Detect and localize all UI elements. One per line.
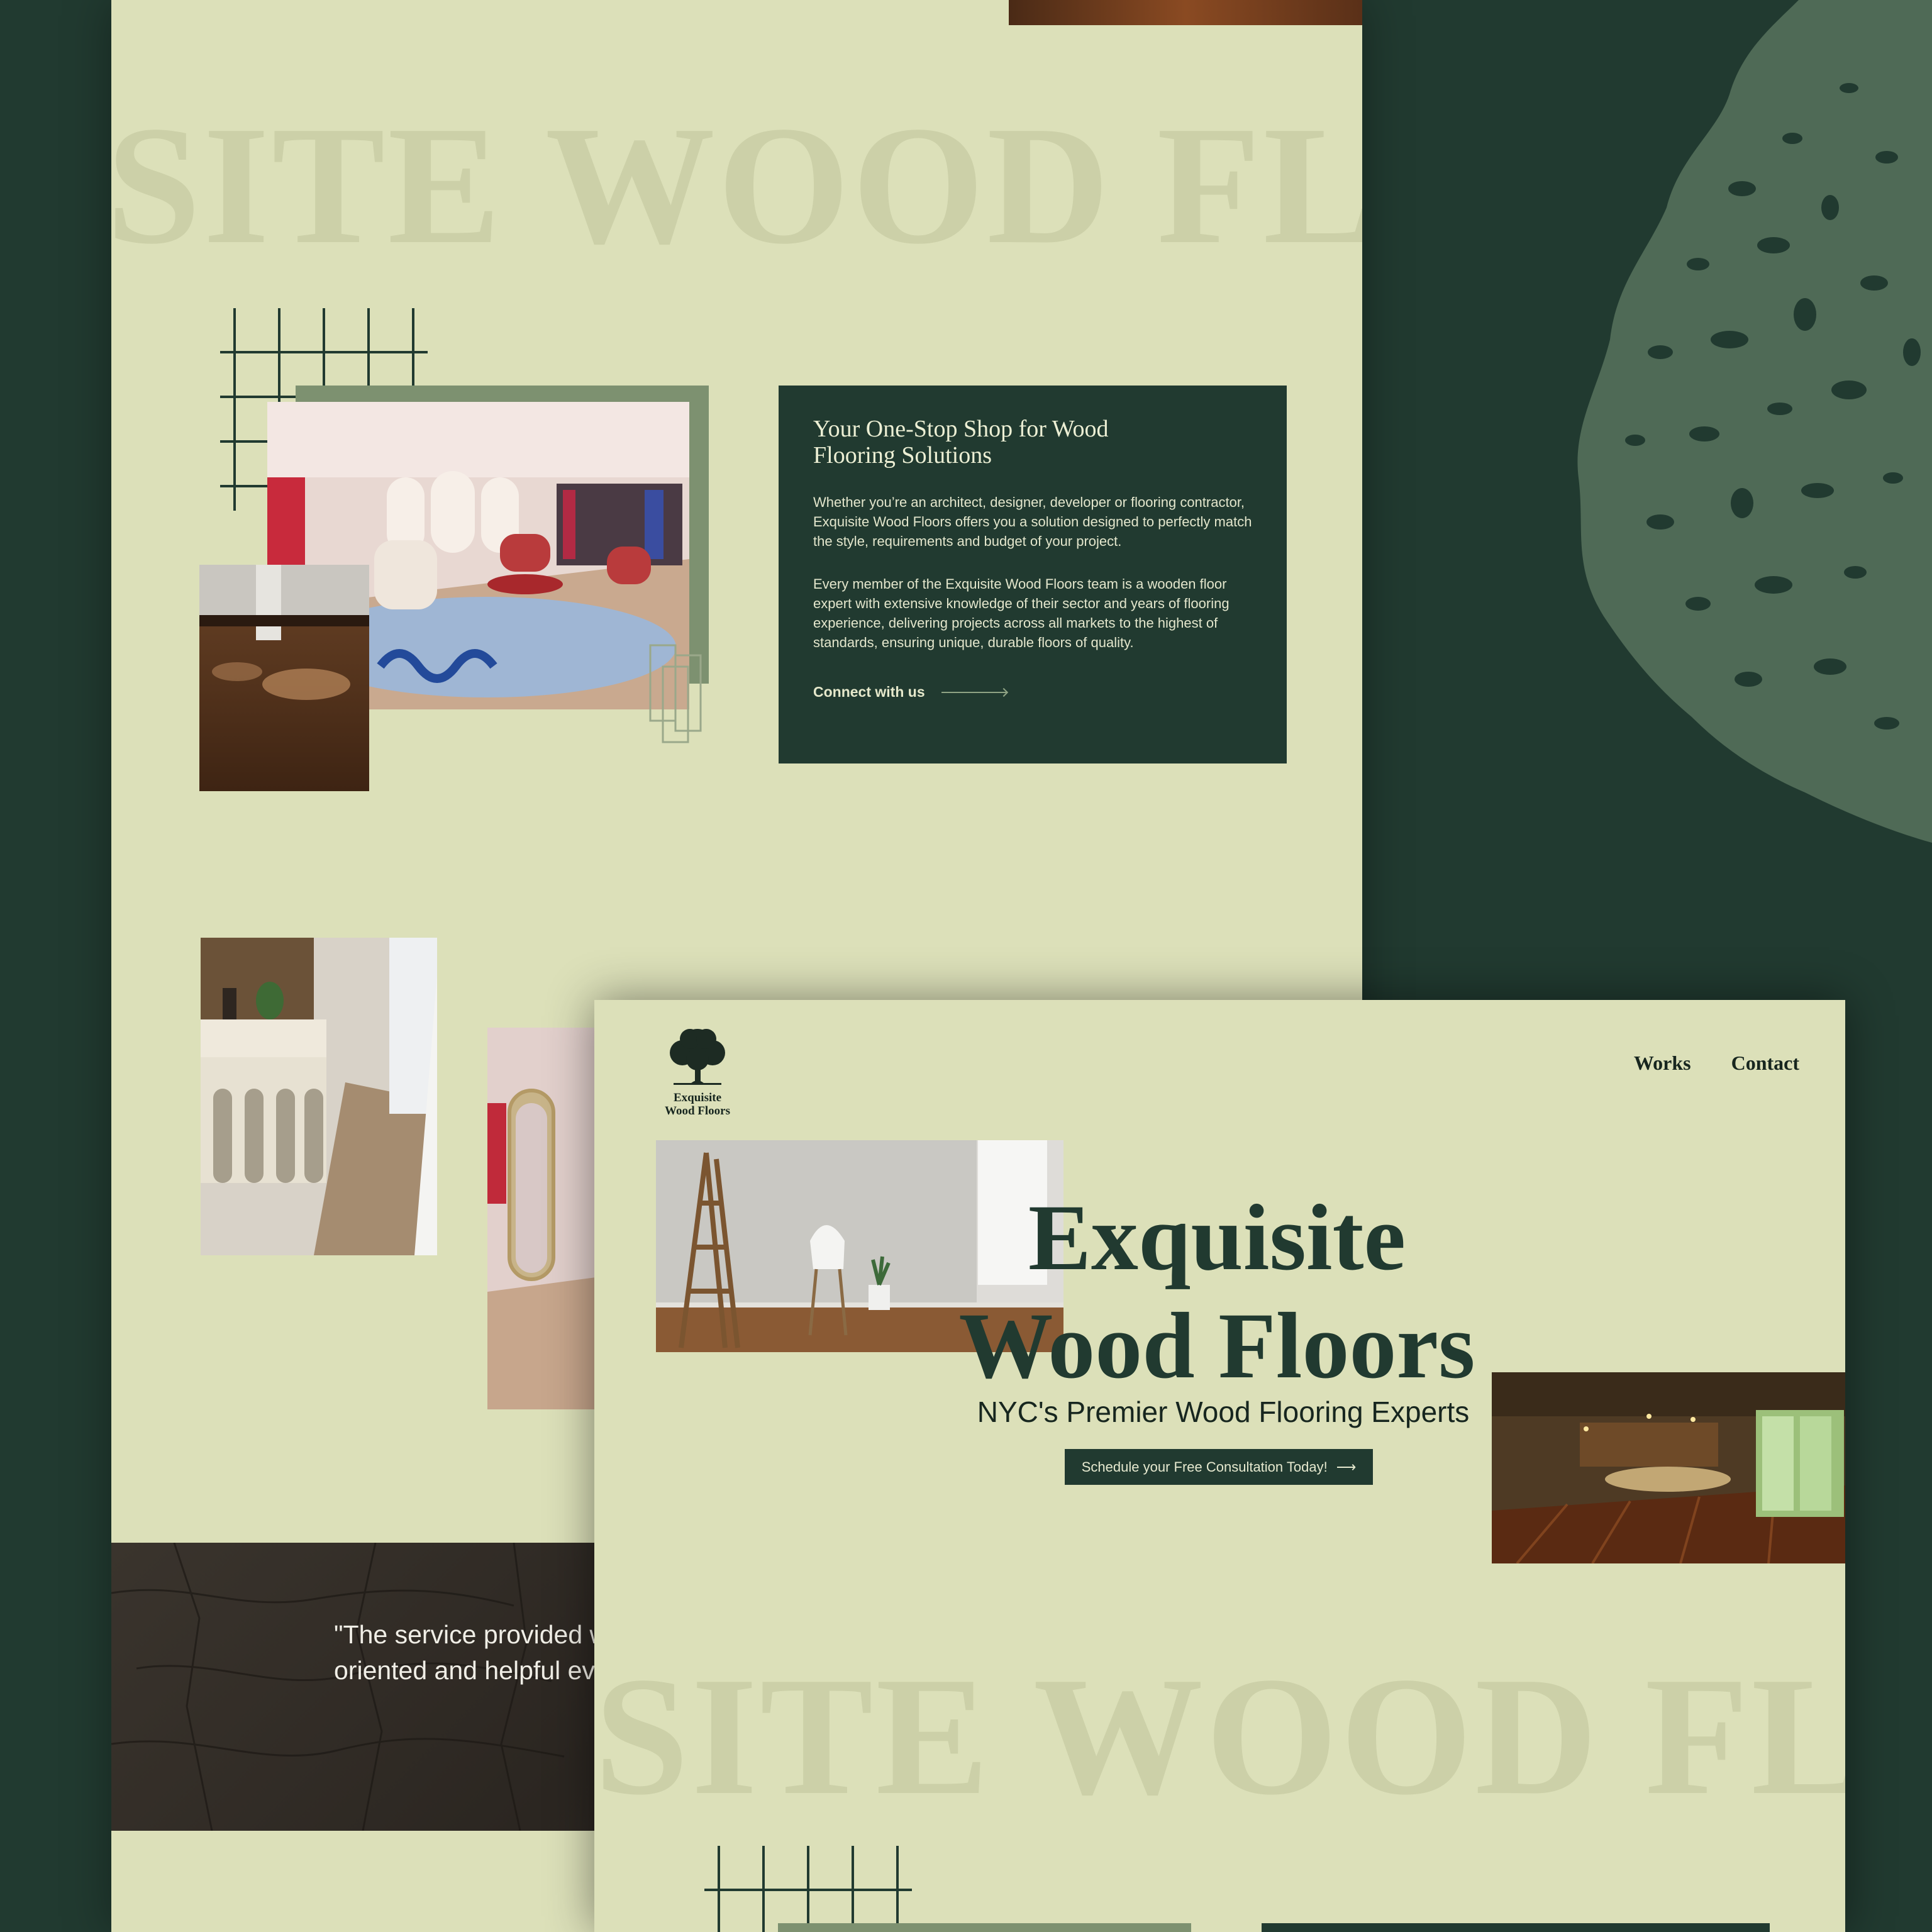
grid-decoration-front bbox=[704, 1846, 912, 1932]
info-card: Your One-Stop Shop for Wood Flooring Sol… bbox=[779, 386, 1287, 763]
arrow-right-icon: ⟶ bbox=[1336, 1458, 1357, 1475]
site-logo[interactable]: Exquisite Wood Floors bbox=[658, 1026, 736, 1118]
front-page-hero-preview: Exquisite Wood Floors Works Contact Exqu… bbox=[594, 1000, 1845, 1932]
info-card-paragraph-2: Every member of the Exquisite Wood Floor… bbox=[813, 576, 1230, 650]
nav-contact-link[interactable]: Contact bbox=[1731, 1052, 1799, 1075]
arrow-right-icon bbox=[941, 691, 1007, 693]
outline-rectangles-decoration bbox=[649, 644, 702, 743]
hero-title: Exquisite Wood Floors bbox=[902, 1184, 1531, 1400]
nav-works-link[interactable]: Works bbox=[1634, 1052, 1691, 1075]
logo-wordmark: Exquisite Wood Floors bbox=[665, 1091, 730, 1118]
tree-logo-icon bbox=[670, 1029, 725, 1085]
top-wood-floor-photo bbox=[1009, 0, 1362, 25]
hero-title-line-1: Exquisite bbox=[1028, 1185, 1406, 1290]
hero-subtitle: NYC's Premier Wood Flooring Experts bbox=[977, 1396, 1470, 1428]
cta-label: Schedule your Free Consultation Today! bbox=[1081, 1458, 1328, 1475]
console-table-photo bbox=[201, 938, 437, 1255]
kitchen-photo bbox=[1492, 1372, 1845, 1563]
connect-link-label: Connect with us bbox=[813, 684, 925, 700]
main-nav: Works Contact bbox=[1634, 1052, 1799, 1075]
herringbone-floor-photo bbox=[199, 565, 369, 791]
sage-backdrop-front bbox=[778, 1923, 1191, 1932]
hero-title-line-2: Wood Floors bbox=[958, 1294, 1475, 1398]
tree-texture-decoration bbox=[1577, 0, 1932, 843]
info-card-title: Your One-Stop Shop for Wood Flooring Sol… bbox=[813, 416, 1109, 469]
watermark-text-front: SITE WOOD FL bbox=[594, 1642, 1845, 1830]
info-card-paragraph-1: Whether you’re an architect, designer, d… bbox=[813, 494, 1252, 549]
schedule-consultation-button[interactable]: Schedule your Free Consultation Today! ⟶ bbox=[1065, 1449, 1373, 1485]
info-card-front-edge bbox=[1262, 1923, 1770, 1932]
watermark-text: SITE WOOD FL bbox=[111, 91, 1362, 279]
connect-with-us-link[interactable]: Connect with us bbox=[813, 684, 1252, 701]
